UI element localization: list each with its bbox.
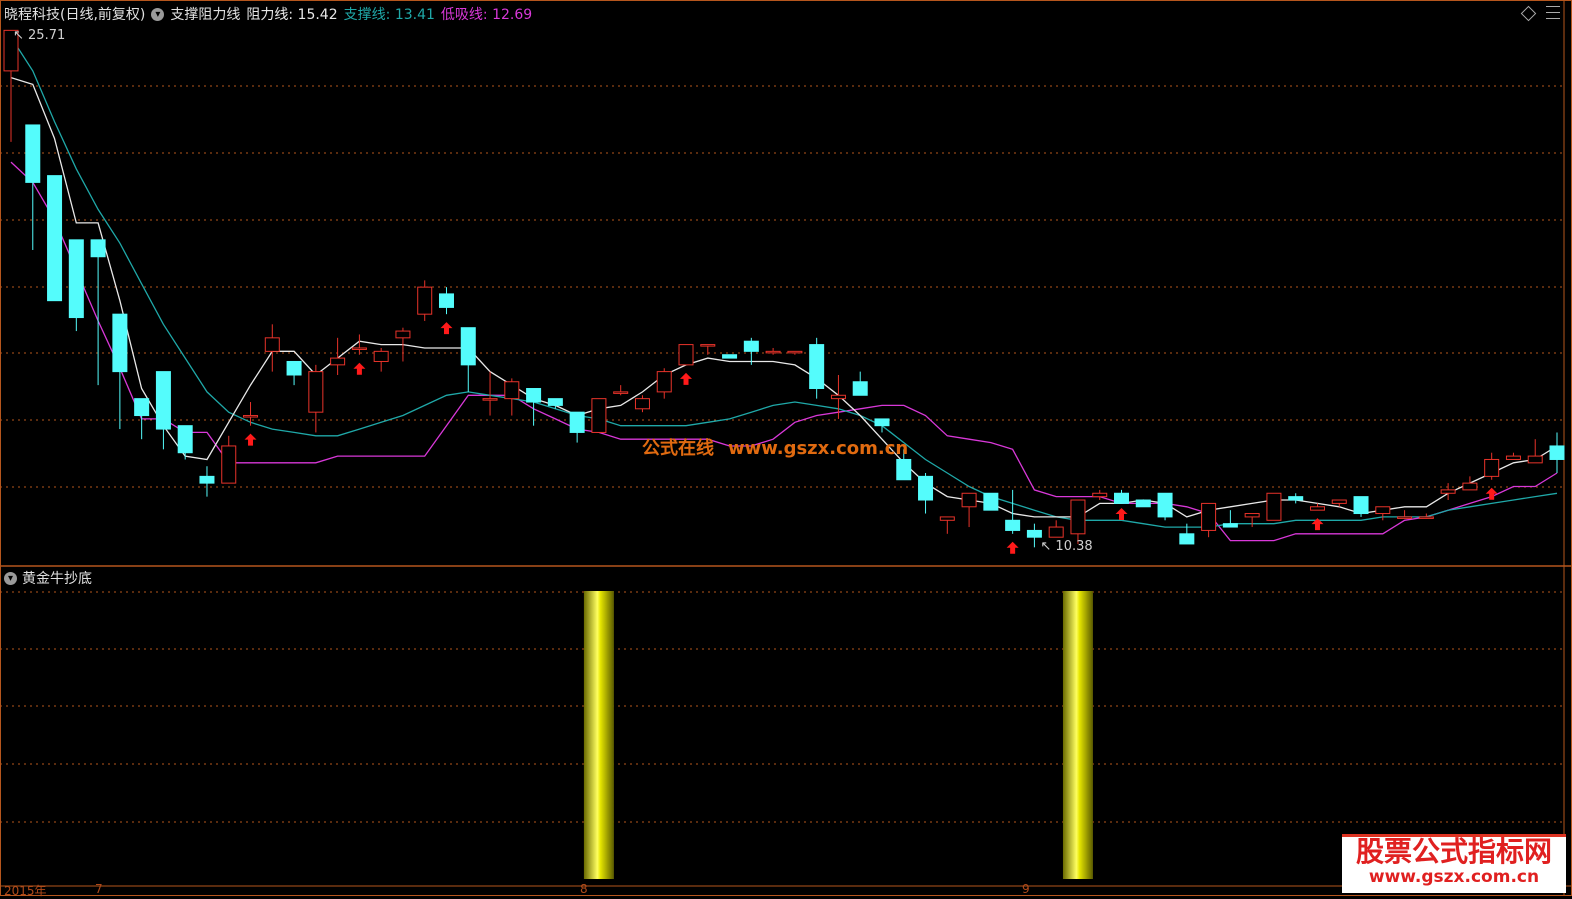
candle-body	[504, 381, 520, 400]
candle-body	[460, 327, 476, 366]
candle-body	[243, 415, 259, 418]
candle-body	[656, 371, 672, 393]
candle-body	[547, 398, 563, 406]
candle-body	[1440, 489, 1456, 494]
candle-body	[482, 398, 498, 401]
candle-body	[112, 313, 128, 373]
candle-body	[1462, 482, 1478, 491]
candle-body	[1005, 519, 1021, 531]
watermark: 公式在线 www.gszx.com.cn	[642, 434, 908, 460]
logo-url: www.gszx.com.cn	[1368, 867, 1540, 887]
buy-arrow-icon	[244, 433, 257, 446]
sub-indicator-menu-icon[interactable]: ▾	[4, 571, 17, 585]
candle-body	[1048, 526, 1064, 538]
candle-body	[417, 286, 433, 315]
candle-body	[787, 350, 803, 354]
candle-body	[852, 381, 868, 396]
high-price-mark: ↖ 25.71	[13, 28, 65, 43]
signal-bar	[1062, 591, 1093, 879]
candle-body	[939, 516, 955, 521]
low-price-mark: ↖ 10.38	[1040, 539, 1092, 554]
candle-body	[1179, 533, 1195, 545]
candle-body	[351, 347, 367, 350]
candle-body	[1353, 496, 1369, 515]
candle-body	[983, 492, 999, 511]
candle-body	[1484, 458, 1500, 477]
buy-arrow-icon	[353, 362, 366, 375]
logo-title: 股票公式指标网	[1355, 835, 1552, 868]
candle-body	[47, 175, 63, 302]
candle-body	[330, 357, 346, 366]
candle-body	[1288, 496, 1304, 501]
buy-arrow-icon	[680, 372, 693, 385]
buy-arrow-icon	[440, 322, 453, 335]
date-axis-tick: 8	[580, 882, 588, 896]
candle-body	[569, 411, 585, 433]
candle-body	[134, 398, 150, 417]
candle-body	[1135, 499, 1151, 508]
candle-body	[68, 239, 84, 319]
date-axis-start: 2015年	[4, 884, 47, 898]
candle-body	[1505, 455, 1521, 460]
candle-body	[722, 354, 738, 359]
date-axis-tick: 7	[95, 882, 103, 896]
candle-body	[1222, 523, 1238, 528]
candle-body	[1201, 502, 1217, 531]
candle-body	[90, 239, 106, 258]
candle-body	[1070, 499, 1086, 535]
candle-body	[373, 350, 389, 362]
candle-body	[809, 344, 825, 390]
candle-body	[918, 475, 934, 501]
candle-body	[526, 388, 542, 403]
candle-body	[1375, 506, 1391, 515]
watermark-text: 公式在线	[642, 438, 714, 459]
date-axis-tick: 9	[1022, 882, 1030, 896]
candle-body	[765, 350, 781, 354]
candle-body	[896, 458, 912, 481]
candle-body	[678, 344, 694, 366]
candle-body	[743, 340, 759, 352]
candle-body	[591, 398, 607, 433]
candle-body	[221, 445, 237, 484]
candle-body	[613, 391, 629, 394]
signal-bar	[583, 591, 614, 879]
candle-body	[874, 418, 890, 427]
sub-panel-header: ▾ 黄金牛抄底	[4, 568, 92, 588]
candle-body	[199, 475, 215, 484]
site-logo: 股票公式指标网 www.gszx.com.cn	[1342, 834, 1566, 893]
low-line-series	[10, 161, 1558, 542]
candle-body	[1266, 492, 1282, 521]
candle-body	[1026, 529, 1042, 538]
candle-body	[155, 371, 171, 430]
buy-arrow-icon	[1006, 541, 1019, 554]
candle-body	[308, 371, 324, 413]
candle-body	[286, 360, 302, 376]
candle-body	[700, 344, 716, 347]
candle-body	[830, 394, 846, 400]
candle-body	[1549, 445, 1565, 460]
candle-body	[1157, 492, 1173, 518]
candle-body	[1244, 513, 1260, 518]
buy-arrow-icon	[1115, 508, 1128, 521]
candle-body	[634, 398, 650, 410]
candle-body	[438, 293, 454, 308]
candle-body	[1309, 506, 1325, 511]
sub-panel-title[interactable]: 黄金牛抄底	[22, 568, 92, 588]
candle-body	[1527, 455, 1543, 464]
candle-body	[1092, 492, 1108, 498]
candle-body	[1331, 499, 1347, 504]
candle-body	[1397, 516, 1413, 519]
candle-body	[177, 425, 193, 454]
candle-body	[25, 124, 41, 183]
candle-body	[264, 337, 280, 352]
candle-body	[395, 330, 411, 339]
candle-body	[1114, 492, 1130, 504]
candle-body	[961, 492, 977, 508]
watermark-url: www.gszx.com.cn	[728, 438, 909, 459]
candle-body	[1418, 516, 1434, 519]
